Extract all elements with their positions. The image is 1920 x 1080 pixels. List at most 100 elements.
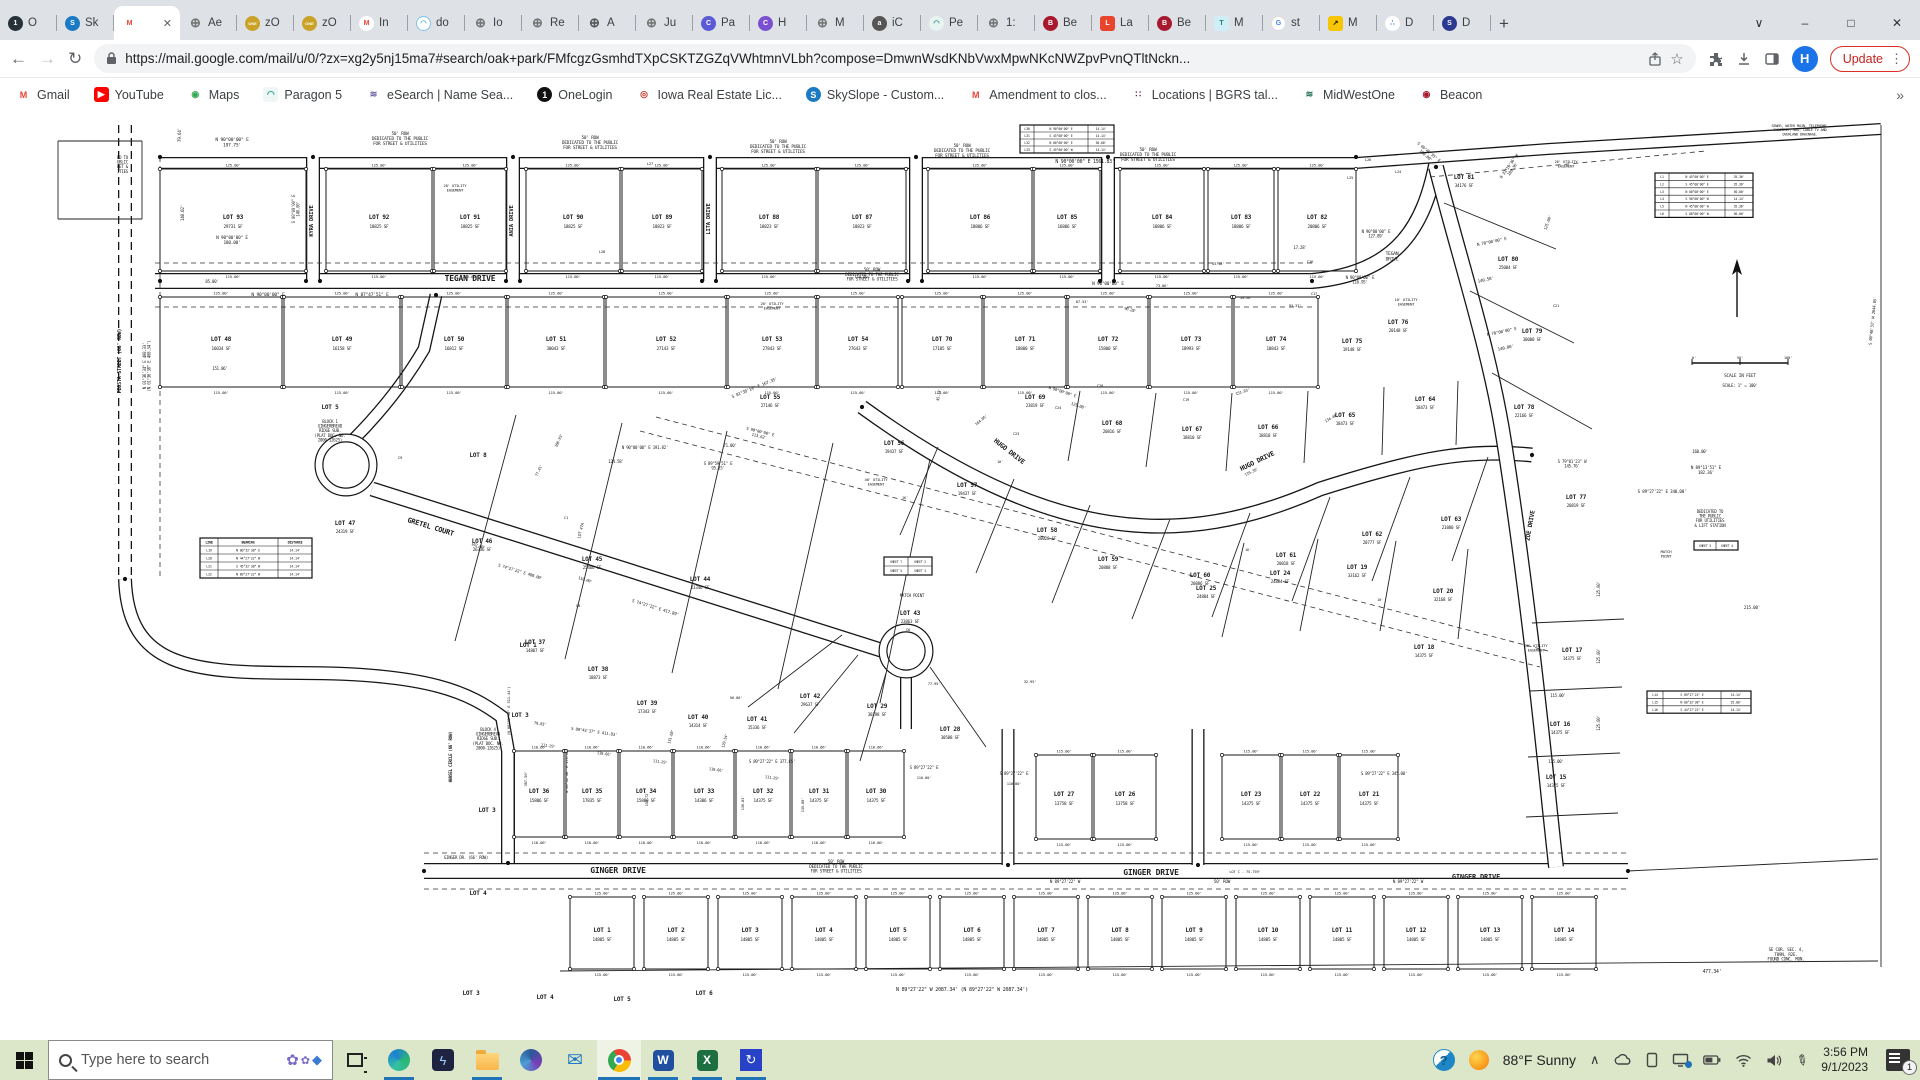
tab[interactable]: ∴D: [1377, 6, 1434, 40]
bookmark-item[interactable]: ≋MidWestOne: [1302, 87, 1395, 102]
taskbar-word[interactable]: W: [641, 1040, 685, 1080]
tab[interactable]: aiC: [864, 6, 921, 40]
intersection-dot: [1310, 279, 1314, 283]
tab[interactable]: ⊕Io: [465, 6, 522, 40]
tab[interactable]: TM: [1206, 6, 1263, 40]
extensions-puzzle-icon[interactable]: [1708, 51, 1724, 67]
tab[interactable]: LLa: [1092, 6, 1149, 40]
tab[interactable]: ◠do: [408, 6, 465, 40]
phone-link-icon[interactable]: [1646, 1052, 1658, 1068]
bookmark-item[interactable]: ◠Paragon 5: [263, 87, 342, 102]
weather-sun-icon[interactable]: [1469, 1050, 1489, 1070]
lot-number: LOT 1: [593, 927, 611, 934]
new-tab-button[interactable]: +: [1491, 14, 1519, 40]
taskbar-edge[interactable]: [377, 1040, 421, 1080]
bookmark-item[interactable]: MGmail: [16, 87, 70, 102]
lot-area: 27143 SF: [656, 346, 676, 352]
back-button[interactable]: ←: [10, 49, 27, 69]
tab[interactable]: BBe: [1035, 6, 1092, 40]
bookmark-item[interactable]: 1OneLogin: [537, 87, 612, 102]
taskbar-skyslope-app[interactable]: ϟ: [421, 1040, 465, 1080]
corner-marker: [706, 895, 709, 898]
tab[interactable]: ONEzO: [237, 6, 294, 40]
tab[interactable]: SD: [1434, 6, 1491, 40]
corner-marker: [512, 749, 515, 752]
tab[interactable]: ⊕1:: [978, 6, 1035, 40]
tab[interactable]: CPa: [693, 6, 750, 40]
search-daily-image[interactable]: ✿ ✿ ◆: [286, 1051, 322, 1069]
taskbar-task-view[interactable]: [333, 1040, 377, 1080]
tab-active-gmail[interactable]: M✕: [114, 6, 180, 40]
map-label: 90.28': [1124, 306, 1137, 314]
forward-button[interactable]: →: [39, 49, 56, 69]
tab[interactable]: ◠Pe: [921, 6, 978, 40]
tab-search-button[interactable]: ∨: [1736, 6, 1782, 40]
tab[interactable]: ⊕Ae: [180, 6, 237, 40]
table-cell: S 45°00'00" E: [1685, 182, 1708, 186]
street-name: PEOSTA STREET (66' ROW): [117, 328, 123, 393]
tab-favicon: ⊕: [473, 16, 488, 31]
tab[interactable]: 1O: [0, 6, 57, 40]
taskbar-clock[interactable]: 3:56 PM 9/1/2023: [1821, 1045, 1868, 1075]
display-icon[interactable]: [1672, 1053, 1689, 1067]
address-bar[interactable]: https://mail.google.com/mail/u/0/?zx=xg2…: [94, 44, 1695, 73]
corner-marker: [982, 385, 985, 388]
taskbar-scanner-app[interactable]: ↻: [729, 1040, 773, 1080]
taskbar-excel[interactable]: X: [685, 1040, 729, 1080]
taskbar-chrome[interactable]: [597, 1040, 641, 1080]
notification-center-icon[interactable]: 1: [1886, 1049, 1910, 1071]
minimize-button[interactable]: –: [1782, 6, 1828, 40]
taskbar-office-app[interactable]: [509, 1040, 553, 1080]
bookmark-item[interactable]: ◉Beacon: [1419, 87, 1482, 102]
bookmark-item[interactable]: MAmendment to clos...: [968, 87, 1106, 102]
pen-icon[interactable]: ✎: [1792, 1050, 1811, 1071]
tab[interactable]: Gst: [1263, 6, 1320, 40]
bookmarks-overflow-chevron[interactable]: »: [1896, 87, 1904, 103]
tab[interactable]: SSk: [57, 6, 114, 40]
taskbar-mail[interactable]: ✉: [553, 1040, 597, 1080]
tab[interactable]: ↗M: [1320, 6, 1377, 40]
tab[interactable]: CH: [750, 6, 807, 40]
onedrive-cloud-icon[interactable]: [1614, 1053, 1632, 1067]
tab[interactable]: ONEzO: [294, 6, 351, 40]
intersection-dot: [1530, 453, 1534, 457]
bookmark-star-icon[interactable]: ☆: [1670, 50, 1683, 68]
tab[interactable]: BBe: [1149, 6, 1206, 40]
map-label: 115.00': [226, 274, 241, 279]
lot-number: LOT 40: [688, 714, 709, 721]
bookmark-item[interactable]: ∷Locations | BGRS tal...: [1131, 87, 1278, 102]
download-icon[interactable]: [1736, 51, 1752, 67]
bookmark-item[interactable]: ≋eSearch | Name Sea...: [366, 87, 513, 102]
taskbar-search-input[interactable]: Type here to search ✿ ✿ ◆: [48, 1040, 333, 1080]
share-icon[interactable]: [1648, 52, 1662, 66]
reload-button[interactable]: ↻: [68, 49, 82, 69]
volume-icon[interactable]: [1766, 1054, 1782, 1067]
battery-icon[interactable]: [1703, 1055, 1721, 1065]
bookmark-item[interactable]: ◉Maps: [188, 87, 240, 102]
tab[interactable]: MIn: [351, 6, 408, 40]
tab-close-icon[interactable]: ✕: [163, 17, 172, 30]
corner-marker: [1148, 385, 1151, 388]
bookmark-item[interactable]: ◎Iowa Real Estate Lic...: [637, 87, 782, 102]
maximize-button[interactable]: □: [1828, 6, 1874, 40]
browser-menu-icon[interactable]: ⋮: [1890, 51, 1903, 67]
profile-avatar[interactable]: H: [1792, 46, 1818, 72]
tab[interactable]: ⊕Ju: [636, 6, 693, 40]
start-button[interactable]: [0, 1040, 48, 1080]
update-button[interactable]: Update ⋮: [1830, 46, 1910, 72]
street-name: LITA DRIVE: [706, 203, 712, 234]
wifi-icon[interactable]: [1735, 1054, 1752, 1067]
weather-text[interactable]: 88°F Sunny: [1503, 1052, 1576, 1068]
tab[interactable]: ⊕M: [807, 6, 864, 40]
bookmark-item[interactable]: SSkySlope - Custom...: [806, 87, 944, 102]
hidden-icons-chevron[interactable]: ∧: [1590, 1052, 1600, 1068]
close-button[interactable]: ✕: [1874, 6, 1920, 40]
tab[interactable]: ⊕Re: [522, 6, 579, 40]
taskbar-file-explorer[interactable]: [465, 1040, 509, 1080]
bookmark-item[interactable]: ▶YouTube: [94, 87, 164, 102]
map-label: 125.00': [851, 291, 866, 296]
tab[interactable]: ⊕A: [579, 6, 636, 40]
side-panel-icon[interactable]: [1764, 51, 1780, 67]
help-icon[interactable]: ?: [1433, 1049, 1455, 1071]
table-cell: N 89°27'22" W: [236, 572, 261, 576]
